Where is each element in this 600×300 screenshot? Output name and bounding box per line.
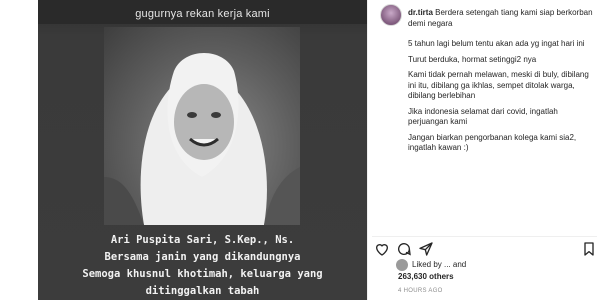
caption-line: Ari Puspita Sari, S.Kep., Ns. (110, 234, 295, 246)
comment-paragraph: Jika indonesia selamat dari covid, ingat… (408, 106, 558, 127)
post-timestamp: 4 HOURS AGO (398, 288, 443, 294)
username-link[interactable]: dr.tirta (408, 8, 433, 17)
caption-line: ditinggalkan tabah (145, 285, 260, 297)
post-image: gugurnya rekan kerja kami Ari Puspita Sa… (38, 0, 367, 300)
comment-paragraph: Kami tidak pernah melawan, meski di buly… (408, 70, 589, 100)
bookmark-icon[interactable] (581, 241, 597, 257)
heart-icon[interactable] (374, 241, 390, 257)
caption-line: Bersama janin yang dikandungnya (104, 251, 301, 263)
comment-paragraph: Turut berduka, hormat setinggi2 nya (408, 54, 537, 64)
liked-by-avatar[interactable] (396, 259, 408, 271)
comment-first-line: dr.tirta Berdera setengah tiang kami sia… (408, 8, 594, 29)
comments-panel: dr.tirta Berdera setengah tiang kami sia… (367, 0, 600, 300)
caption-line: Semoga khusnul khotimah, keluarga yang (82, 268, 323, 280)
share-icon[interactable] (418, 241, 434, 257)
caption-comment: dr.tirta Berdera setengah tiang kami sia… (408, 8, 594, 159)
likes-count[interactable]: 263,630 others (398, 272, 454, 281)
action-bar (372, 236, 597, 256)
avatar[interactable] (380, 4, 402, 26)
portrait-photo (104, 27, 300, 225)
comment-icon[interactable] (396, 241, 412, 257)
liked-by-text[interactable]: Liked by ... and (412, 260, 592, 270)
comment-paragraph: 5 tahun lagi belum tentu akan ada yg ing… (408, 39, 585, 48)
post-headline: gugurnya rekan kerja kami (135, 8, 270, 20)
post-caption-overlay: Ari Puspita Sari, S.Kep., Ns. Bersama ja… (38, 232, 367, 300)
comment-paragraph: Jangan biarkan pengorbanan kolega kami s… (408, 132, 577, 153)
comment-text: Berdera setengah tiang kami siap berkorb… (408, 8, 593, 28)
